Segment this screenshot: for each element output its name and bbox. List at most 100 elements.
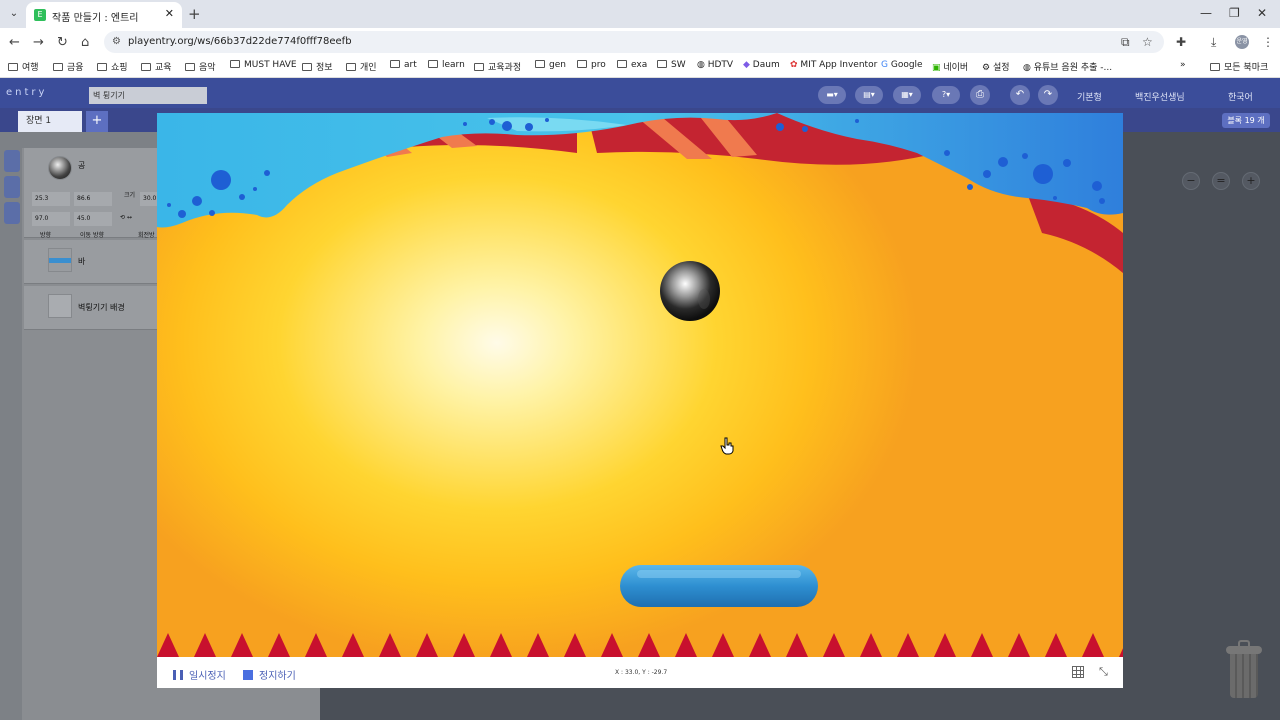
- app-header: entry 벽 튕기기 ▬▾ ▤▾ ▦▾ ?▾ ⎙ ↶ ↷ 기본형 백진우선생님…: [0, 78, 1280, 108]
- bookmark-item[interactable]: 금융: [53, 60, 84, 73]
- bookmark-item[interactable]: ◆ Daum: [743, 60, 780, 70]
- address-toolbar: ← → ↻ ⌂ ⚙ playentry.org/ws/66b37d22de774…: [0, 28, 1280, 56]
- folder-icon: [535, 60, 545, 68]
- move-direction-field[interactable]: 45.0: [74, 212, 112, 226]
- x-field[interactable]: 25.3: [32, 192, 70, 206]
- rotate-icon[interactable]: ⟲ ↔: [120, 214, 132, 221]
- undo-icon[interactable]: ↶: [1010, 85, 1030, 105]
- browser-menu-icon[interactable]: ⋮: [1262, 35, 1274, 49]
- object-name[interactable]: 벽튕기기 배경: [78, 302, 125, 313]
- zoom-reset-icon[interactable]: =: [1212, 172, 1230, 190]
- spike: [786, 633, 808, 657]
- grid-toggle-icon[interactable]: [1072, 666, 1084, 678]
- bookmark-star-icon[interactable]: ☆: [1142, 35, 1153, 49]
- scene-tab[interactable]: 장면 1: [18, 111, 82, 132]
- bookmark-item[interactable]: ⚙ 설정: [982, 60, 1010, 73]
- file-menu-icon[interactable]: ▦▾: [893, 86, 921, 104]
- spike: [749, 633, 771, 657]
- back-icon[interactable]: ←: [9, 35, 20, 50]
- side-tab-attributes[interactable]: [4, 202, 20, 224]
- bookmark-item[interactable]: ▣ 네이버: [932, 60, 968, 73]
- bookmark-item[interactable]: 음악: [185, 60, 216, 73]
- stage-footer: 일시정지 정지하기 X : 33.0, Y : -29.7 ⤡: [157, 657, 1123, 688]
- bookmark-item[interactable]: ◍ 유튜브 음원 추출 -...: [1023, 60, 1112, 73]
- side-tab-objects[interactable]: [4, 150, 20, 172]
- project-name-input[interactable]: 벽 튕기기: [89, 87, 207, 104]
- bookmark-item[interactable]: 교육: [141, 60, 172, 73]
- bookmark-item[interactable]: art: [390, 60, 417, 70]
- bookmark-item[interactable]: SW: [657, 60, 686, 70]
- object-name[interactable]: 바: [78, 256, 85, 267]
- help-icon[interactable]: ?▾: [932, 86, 960, 104]
- size-label: 크기: [124, 192, 136, 199]
- ball-sprite[interactable]: [660, 261, 720, 321]
- zoom-in-icon[interactable]: +: [1242, 172, 1260, 190]
- hand-cursor-icon: [720, 437, 734, 455]
- bookmark-item[interactable]: 쇼핑: [97, 60, 128, 73]
- more-bookmarks-icon[interactable]: »: [1180, 60, 1186, 70]
- bookmark-item[interactable]: 정보: [302, 60, 333, 73]
- globe-icon: ◍: [1023, 63, 1034, 73]
- zoom-out-icon[interactable]: −: [1182, 172, 1200, 190]
- folder-icon: [617, 60, 627, 68]
- folder-icon: [53, 63, 63, 71]
- bookmark-item[interactable]: 개인: [346, 60, 377, 73]
- spike: [823, 633, 845, 657]
- object-name[interactable]: 공: [78, 160, 85, 171]
- bookmark-item[interactable]: exa: [617, 60, 647, 70]
- forward-icon[interactable]: →: [33, 35, 44, 50]
- save-menu-icon[interactable]: ▤▾: [855, 86, 883, 104]
- add-scene-button[interactable]: +: [86, 111, 108, 132]
- bookmark-item[interactable]: MUST HAVE: [230, 60, 297, 70]
- all-bookmarks[interactable]: 모든 북마크: [1210, 60, 1268, 73]
- new-tab-icon[interactable]: +: [188, 5, 201, 23]
- close-tab-icon[interactable]: ✕: [165, 7, 174, 20]
- install-app-icon[interactable]: ⧉: [1121, 35, 1130, 50]
- entry-logo[interactable]: entry: [6, 87, 47, 98]
- basic-mode-menu[interactable]: 기본형: [1077, 90, 1102, 103]
- redo-icon[interactable]: ↷: [1038, 85, 1058, 105]
- exit-fullscreen-icon[interactable]: ⤡: [1099, 665, 1108, 679]
- profile-avatar[interactable]: 운영: [1235, 35, 1249, 49]
- site-info-icon[interactable]: ⚙: [112, 31, 121, 53]
- tab-search-icon[interactable]: ⌄: [6, 6, 22, 22]
- stop-button[interactable]: 정지하기: [243, 667, 296, 682]
- bookmark-item[interactable]: 교육과정: [474, 60, 521, 73]
- bookmark-item[interactable]: learn: [428, 60, 465, 70]
- side-tab-sounds[interactable]: [4, 176, 20, 198]
- url-input[interactable]: ⚙ playentry.org/ws/66b37d22de774f0fff78e…: [104, 31, 1164, 53]
- restore-icon[interactable]: ❐: [1229, 6, 1240, 20]
- spike: [194, 633, 216, 657]
- y-field[interactable]: 86.6: [74, 192, 112, 206]
- reload-icon[interactable]: ↻: [57, 35, 68, 50]
- close-window-icon[interactable]: ✕: [1257, 6, 1267, 20]
- game-stage[interactable]: [157, 113, 1123, 657]
- minimize-icon[interactable]: —: [1200, 6, 1212, 20]
- pause-button[interactable]: 일시정지: [173, 667, 226, 682]
- rotation-label: 회전방: [138, 232, 155, 239]
- download-icon[interactable]: ⤓: [1211, 35, 1216, 50]
- extensions-icon[interactable]: ✚: [1176, 35, 1186, 49]
- spike: [934, 633, 956, 657]
- direction-label: 방향: [40, 232, 52, 239]
- bookmark-item[interactable]: 여행: [8, 60, 39, 73]
- mode-menu-icon[interactable]: ▬▾: [818, 86, 846, 104]
- home-icon[interactable]: ⌂: [81, 35, 89, 50]
- bookmark-item[interactable]: gen: [535, 60, 566, 70]
- bookmark-item[interactable]: ◍ HDTV: [697, 60, 733, 70]
- settings-gear-icon: ⚙: [982, 63, 993, 73]
- direction-field[interactable]: 97.0: [32, 212, 70, 226]
- block-count-badge: 블록 19 개: [1222, 113, 1270, 128]
- trash-icon[interactable]: [1226, 640, 1262, 698]
- user-menu[interactable]: 백진우선생님: [1135, 90, 1185, 103]
- browser-tab[interactable]: E 작품 만들기 : 엔트리 ✕: [26, 2, 182, 28]
- bookmark-item[interactable]: pro: [577, 60, 606, 70]
- pause-icon: [173, 670, 183, 680]
- print-icon[interactable]: ⎙: [970, 85, 990, 105]
- google-icon: G: [881, 60, 891, 70]
- mouse-coordinates: X : 33.0, Y : -29.7: [615, 669, 668, 676]
- bookmark-item[interactable]: G Google: [881, 60, 923, 70]
- folder-icon: [185, 63, 195, 71]
- bookmark-item[interactable]: ✿ MIT App Inventor: [790, 60, 877, 70]
- language-menu[interactable]: 한국어: [1228, 90, 1253, 103]
